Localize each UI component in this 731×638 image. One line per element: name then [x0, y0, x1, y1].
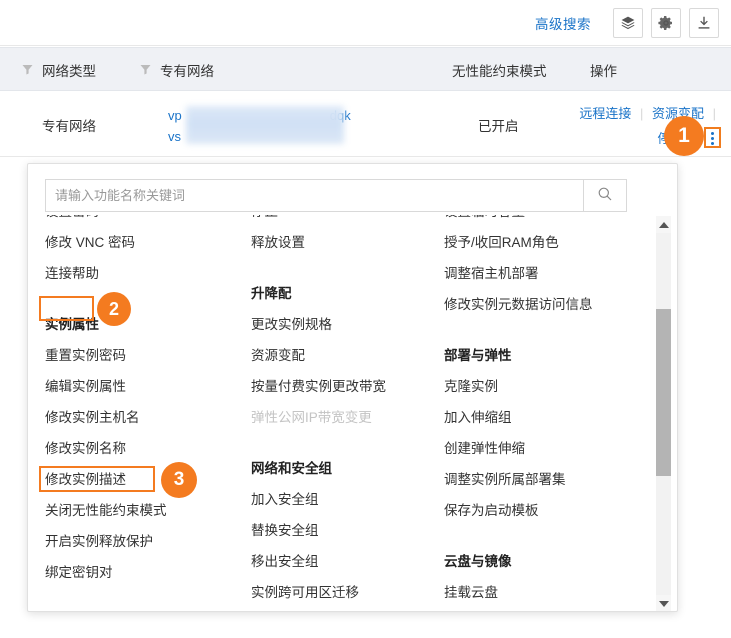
menu-group-title: 部署与弹性 — [444, 348, 512, 363]
column-header-label: 网络类型 — [42, 64, 96, 79]
remote-connect-link[interactable]: 远程连接 — [579, 106, 631, 121]
menu-item[interactable]: 关闭无性能约束模式 — [45, 495, 235, 526]
menu-item[interactable]: 创建弹性伸缩 — [444, 433, 644, 464]
menu-item[interactable]: 授予/收回RAM角色 — [444, 227, 644, 258]
menu-item[interactable]: 资源变配 — [251, 340, 441, 371]
advanced-search-link[interactable]: 高级搜索 — [535, 13, 591, 33]
menu-item[interactable]: 实例跨可用区迁移 — [251, 577, 441, 608]
menu-item[interactable]: 调整宿主机部署 — [444, 258, 644, 289]
menu-item[interactable]: 设置临时容量 — [444, 215, 644, 227]
menu-item[interactable]: 开启实例释放保护 — [45, 526, 235, 557]
search-input[interactable] — [46, 180, 583, 211]
column-header-label: 无性能约束模式 — [452, 64, 547, 79]
menu-item[interactable]: 加入安全组 — [251, 484, 441, 515]
menu-column-3: 设置临时容量授予/收回RAM角色调整宿主机部署修改实例元数据访问信息部署与弹性克… — [444, 215, 644, 611]
menu-item[interactable]: 停止 — [251, 215, 441, 227]
dot — [711, 132, 714, 135]
vswitch-id-prefix: vs — [168, 129, 181, 144]
scrollbar-thumb[interactable] — [656, 309, 671, 476]
feature-search-box[interactable] — [45, 179, 627, 212]
menu-item[interactable]: 释放设置 — [251, 227, 441, 258]
menu-spacer — [444, 526, 644, 546]
menu-item[interactable]: 加入伸缩组 — [444, 402, 644, 433]
highlight-box-close-burst-mode — [39, 466, 155, 492]
column-header-label: 专有网络 — [160, 64, 214, 79]
export-download-button[interactable] — [689, 7, 719, 38]
cell-burst-mode-status: 已开启 — [478, 119, 519, 134]
annotation-badge-2: 2 — [97, 292, 131, 326]
menu-item[interactable]: 保存为启动模板 — [444, 495, 644, 526]
menu-item[interactable]: 修改实例名称 — [45, 433, 235, 464]
menu-group-title: 费用 — [45, 608, 235, 611]
table-header-row: 网络类型 专有网络 无性能约束模式 操作 — [0, 47, 731, 91]
dot — [711, 137, 714, 140]
menu-item[interactable]: 调整实例所属部署集 — [444, 464, 644, 495]
menu-scroll-viewport: 设置密码修改 VNC 密码连接帮助实例属性重置实例密码编辑实例属性修改实例主机名… — [29, 215, 677, 611]
layers-icon — [620, 15, 636, 31]
menu-column-2: 停止释放设置升降配更改实例规格资源变配按量付费实例更改带宽弹性公网IP带宽变更网… — [251, 215, 441, 611]
search-submit-button[interactable] — [583, 180, 626, 211]
triangle-up-icon — [658, 221, 669, 228]
menu-item[interactable]: 重置实例密码 — [45, 340, 235, 371]
column-settings-button[interactable] — [651, 7, 681, 38]
menu-group-title: 云盘与镜像 — [444, 554, 512, 569]
menu-item[interactable]: 按量付费实例更改带宽 — [251, 371, 441, 402]
vpc-id-prefix: vp — [168, 108, 182, 123]
menu-item: 添加包年包月云盘 — [444, 608, 644, 611]
column-header-vpc[interactable]: 专有网络 — [140, 48, 214, 92]
menu-item[interactable]: 修改实例主机名 — [45, 402, 235, 433]
menu-item[interactable]: 移出安全组 — [251, 546, 441, 577]
menu-spacer — [251, 433, 441, 453]
more-actions-dropdown-panel: 设置密码修改 VNC 密码连接帮助实例属性重置实例密码编辑实例属性修改实例主机名… — [27, 163, 678, 612]
cell-network-type: 专有网络 — [42, 119, 96, 134]
redaction-blur-overlay — [186, 106, 344, 144]
menu-group-title: 网络和安全组 — [251, 461, 332, 476]
menu-column-1: 设置密码修改 VNC 密码连接帮助实例属性重置实例密码编辑实例属性修改实例主机名… — [45, 215, 235, 611]
annotation-badge-3: 3 — [161, 462, 197, 498]
scrollbar-track[interactable] — [656, 233, 671, 595]
menu-spacer — [251, 258, 441, 278]
ecs-instance-list-screen: 高级搜索 网络类型 专有网络 无性能约束模式 操作 专有网络 vp vs 已开启… — [0, 0, 731, 638]
filter-icon[interactable] — [140, 63, 151, 78]
menu-item[interactable]: 挂载云盘 — [444, 577, 644, 608]
dot — [711, 142, 714, 145]
highlight-box-instance-attributes — [39, 296, 94, 321]
menu-item[interactable]: 克隆实例 — [444, 371, 644, 402]
table-row: 专有网络 vpdqk vs 已开启 远程连接 | 资源变配 | 停止 | — [0, 91, 731, 157]
annotation-badge-1: 1 — [664, 116, 704, 156]
menu-spacer — [45, 588, 235, 608]
menu-group-title: 升降配 — [251, 286, 292, 301]
table-toolbar: 高级搜索 — [0, 0, 731, 46]
operations-line-1: 远程连接 | 资源变配 | — [579, 103, 721, 125]
column-header-burst-mode: 无性能约束模式 — [452, 48, 547, 92]
layers-view-button[interactable] — [613, 7, 643, 38]
menu-item[interactable]: 编辑实例属性 — [45, 371, 235, 402]
menu-item: 弹性公网IP带宽变更 — [251, 410, 372, 425]
menu-item[interactable]: 连接帮助 — [45, 258, 235, 289]
menu-scrollbar[interactable] — [656, 216, 671, 611]
menu-item[interactable]: 更改实例规格 — [251, 309, 441, 340]
menu-item[interactable]: 修改 VNC 密码 — [45, 227, 235, 258]
more-actions-button[interactable] — [704, 127, 721, 148]
menu-item[interactable]: 设置密码 — [45, 215, 235, 227]
column-header-network-type[interactable]: 网络类型 — [22, 48, 96, 92]
menu-item[interactable]: 修改实例元数据访问信息 — [444, 289, 644, 320]
menu-item[interactable]: 替换安全组 — [251, 515, 441, 546]
download-icon — [696, 15, 712, 31]
search-icon — [597, 186, 613, 205]
column-header-operations: 操作 — [590, 48, 617, 92]
separator: | — [639, 106, 644, 121]
menu-item[interactable]: 绑定辅助弹性网卡 — [251, 608, 441, 611]
column-header-label: 操作 — [590, 64, 617, 79]
menu-spacer — [444, 320, 644, 340]
separator: | — [712, 106, 716, 121]
menu-item[interactable]: 绑定密钥对 — [45, 557, 235, 588]
filter-icon[interactable] — [22, 63, 33, 78]
scroll-up-button[interactable] — [656, 216, 671, 233]
scroll-down-button[interactable] — [656, 595, 671, 611]
triangle-down-icon — [658, 600, 669, 607]
gear-icon — [658, 15, 674, 31]
